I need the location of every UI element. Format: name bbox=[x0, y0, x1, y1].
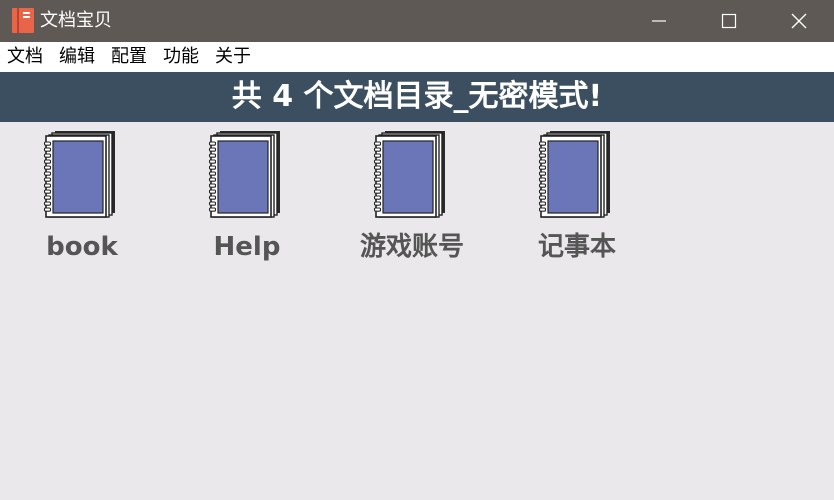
minimize-button[interactable] bbox=[624, 0, 694, 42]
close-icon bbox=[791, 13, 807, 29]
close-button[interactable] bbox=[764, 0, 834, 42]
menu-item-config[interactable]: 配置 bbox=[111, 46, 147, 68]
directory-item-help[interactable]: Help bbox=[187, 128, 307, 268]
app-notebook-icon bbox=[12, 8, 34, 33]
directory-item-notepad[interactable]: 记事本 bbox=[517, 128, 637, 268]
notebook-icon bbox=[43, 131, 115, 218]
menu-item-about[interactable]: 关于 bbox=[215, 46, 251, 68]
maximize-icon bbox=[721, 13, 737, 29]
directory-item-game-accounts[interactable]: 游戏账号 bbox=[352, 128, 472, 268]
banner-text: 共 4 个文档目录_无密模式! bbox=[231, 79, 603, 114]
directory-item-book[interactable]: book bbox=[22, 128, 142, 268]
notebook-icon bbox=[373, 131, 445, 218]
directory-label: 记事本 bbox=[537, 232, 616, 262]
maximize-button[interactable] bbox=[694, 0, 764, 42]
notebook-icon bbox=[208, 131, 280, 218]
window-title: 文档宝贝 bbox=[40, 10, 112, 31]
menu-bar: 文档 编辑 配置 功能 关于 bbox=[0, 42, 834, 72]
menu-item-edit[interactable]: 编辑 bbox=[59, 46, 95, 68]
menu-item-function[interactable]: 功能 bbox=[163, 46, 199, 68]
notebook-icon bbox=[538, 131, 610, 218]
directory-label: book bbox=[46, 232, 118, 262]
directory-label: 游戏账号 bbox=[359, 232, 464, 262]
minimize-icon bbox=[652, 20, 666, 22]
app-window: 文档宝贝 文档 编辑 配置 功能 关于 共 4 个文档目录_无密模式! book… bbox=[0, 0, 834, 500]
status-banner: 共 4 个文档目录_无密模式! bbox=[0, 72, 834, 122]
title-bar[interactable]: 文档宝贝 bbox=[0, 0, 834, 42]
directory-label: Help bbox=[213, 232, 281, 262]
menu-item-document[interactable]: 文档 bbox=[7, 46, 43, 68]
